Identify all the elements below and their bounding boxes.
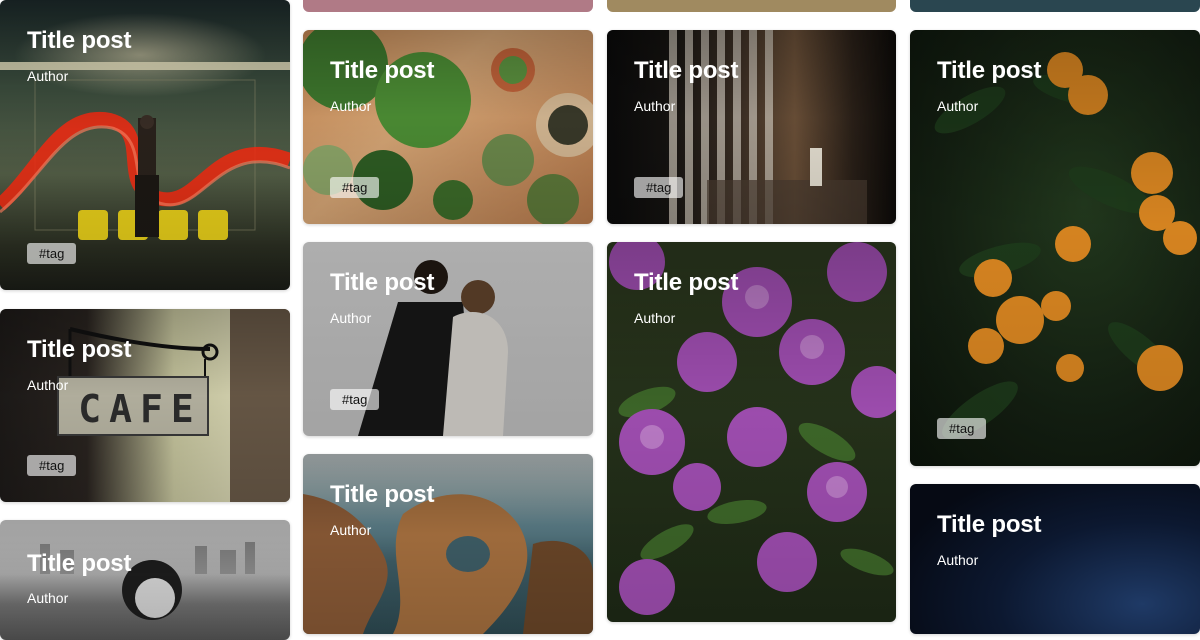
post-tag[interactable]: #tag — [634, 177, 684, 198]
post-author[interactable]: Author — [27, 68, 68, 84]
card-partial-top-4[interactable] — [910, 0, 1200, 12]
post-title[interactable]: Title post — [27, 336, 131, 364]
post-card-cafe[interactable]: CAFE Title post Author #tag — [0, 309, 290, 502]
card-partial-top-3[interactable] — [607, 0, 896, 12]
post-title[interactable]: Title post — [937, 57, 1041, 85]
post-card-oranges[interactable]: Title post Author #tag — [910, 30, 1200, 466]
card-partial-top-2[interactable] — [303, 0, 593, 12]
post-card-night[interactable]: Title post Author — [910, 484, 1200, 634]
post-author[interactable]: Author — [634, 310, 675, 326]
post-card-flowers[interactable]: Title post Author — [607, 242, 896, 622]
post-title[interactable]: Title post — [634, 57, 738, 85]
card-overlay — [607, 242, 896, 622]
post-title[interactable]: Title post — [937, 511, 1041, 539]
post-card-window[interactable]: Title post Author #tag — [607, 30, 896, 224]
post-author[interactable]: Author — [937, 552, 978, 568]
post-title[interactable]: Title post — [634, 269, 738, 297]
post-author[interactable]: Author — [937, 98, 978, 114]
post-card-portrait[interactable]: Title post Author — [0, 520, 290, 640]
post-author[interactable]: Author — [330, 98, 371, 114]
post-tag[interactable]: #tag — [27, 243, 77, 264]
card-overlay — [910, 30, 1200, 466]
post-title[interactable]: Title post — [330, 57, 434, 85]
post-author[interactable]: Author — [27, 590, 68, 606]
post-card-coast[interactable]: Title post Author — [303, 454, 593, 634]
post-author[interactable]: Author — [330, 310, 371, 326]
post-tag[interactable]: #tag — [330, 389, 380, 410]
post-tag[interactable]: #tag — [27, 455, 77, 476]
post-author[interactable]: Author — [27, 377, 68, 393]
post-title[interactable]: Title post — [27, 550, 131, 578]
post-tag[interactable]: #tag — [330, 177, 380, 198]
post-tag[interactable]: #tag — [937, 418, 987, 439]
post-title[interactable]: Title post — [330, 269, 434, 297]
post-author[interactable]: Author — [634, 98, 675, 114]
post-title[interactable]: Title post — [330, 481, 434, 509]
post-card-couple[interactable]: Title post Author #tag — [303, 242, 593, 436]
post-author[interactable]: Author — [330, 522, 371, 538]
card-overlay — [0, 520, 290, 640]
post-card-plants[interactable]: Title post Author #tag — [303, 30, 593, 224]
post-card-neon[interactable]: Title post Author #tag — [0, 0, 290, 290]
post-title[interactable]: Title post — [27, 27, 131, 55]
